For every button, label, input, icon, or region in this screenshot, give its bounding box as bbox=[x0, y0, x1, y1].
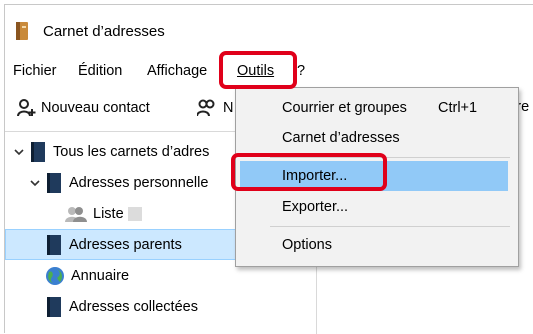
menu-fichier[interactable]: Fichier bbox=[13, 63, 57, 79]
tree-item-label: Adresses collectées bbox=[69, 298, 198, 315]
menu-item-address-book[interactable]: Carnet d’adresses bbox=[236, 123, 518, 153]
menu-item-options[interactable]: Options bbox=[236, 230, 518, 260]
contact-list-icon bbox=[65, 206, 87, 222]
menu-item-label: Courrier et groupes bbox=[282, 100, 407, 116]
menu-item-label: Carnet d’adresses bbox=[282, 130, 400, 146]
menu-item-label: Exporter... bbox=[282, 199, 349, 215]
address-book-icon bbox=[47, 234, 61, 255]
new-contact-label: Nouveau contact bbox=[41, 100, 150, 116]
redacted-text bbox=[127, 206, 142, 221]
menu-help[interactable]: ? bbox=[297, 63, 305, 79]
menu-item-mail-groups[interactable]: Courrier et groupes Ctrl+1 bbox=[236, 93, 518, 123]
address-book-icon bbox=[47, 296, 61, 317]
address-book-window: Carnet d’adresses Fichier Édition Affich… bbox=[4, 4, 533, 334]
outils-callout-highlight bbox=[219, 51, 297, 89]
tree-item-label: Adresses parents bbox=[69, 236, 182, 253]
menu-edition[interactable]: Édition bbox=[78, 63, 122, 79]
title-bar: Carnet d’adresses bbox=[5, 5, 533, 55]
tree-item-label: Tous les carnets d’adres bbox=[53, 143, 210, 160]
address-book-icon bbox=[47, 172, 61, 193]
menu-item-shortcut: Ctrl+1 bbox=[438, 100, 478, 116]
tree-item-label: Annuaire bbox=[71, 267, 130, 284]
menu-separator bbox=[270, 226, 510, 227]
menu-affichage[interactable]: Affichage bbox=[147, 63, 207, 79]
new-list-label: N bbox=[223, 100, 234, 116]
chevron-down-icon[interactable] bbox=[13, 146, 25, 158]
window-title: Carnet d’adresses bbox=[43, 23, 165, 40]
tree-item-collected[interactable]: Adresses collectées bbox=[5, 291, 316, 322]
new-contact-button[interactable]: Nouveau contact bbox=[17, 99, 150, 117]
new-contact-icon bbox=[17, 99, 36, 117]
tree-item-label: Adresses personnelle bbox=[69, 174, 209, 191]
globe-icon bbox=[46, 266, 64, 285]
address-book-icon bbox=[16, 22, 28, 40]
address-book-icon bbox=[31, 141, 45, 162]
import-callout-highlight bbox=[231, 153, 387, 191]
tree-item-label: Liste bbox=[93, 205, 124, 222]
chevron-down-icon[interactable] bbox=[29, 177, 41, 189]
menu-item-label: Options bbox=[282, 237, 332, 253]
new-list-icon bbox=[197, 99, 215, 117]
menu-item-export[interactable]: Exporter... bbox=[236, 192, 518, 222]
new-list-button[interactable]: N bbox=[197, 99, 233, 117]
